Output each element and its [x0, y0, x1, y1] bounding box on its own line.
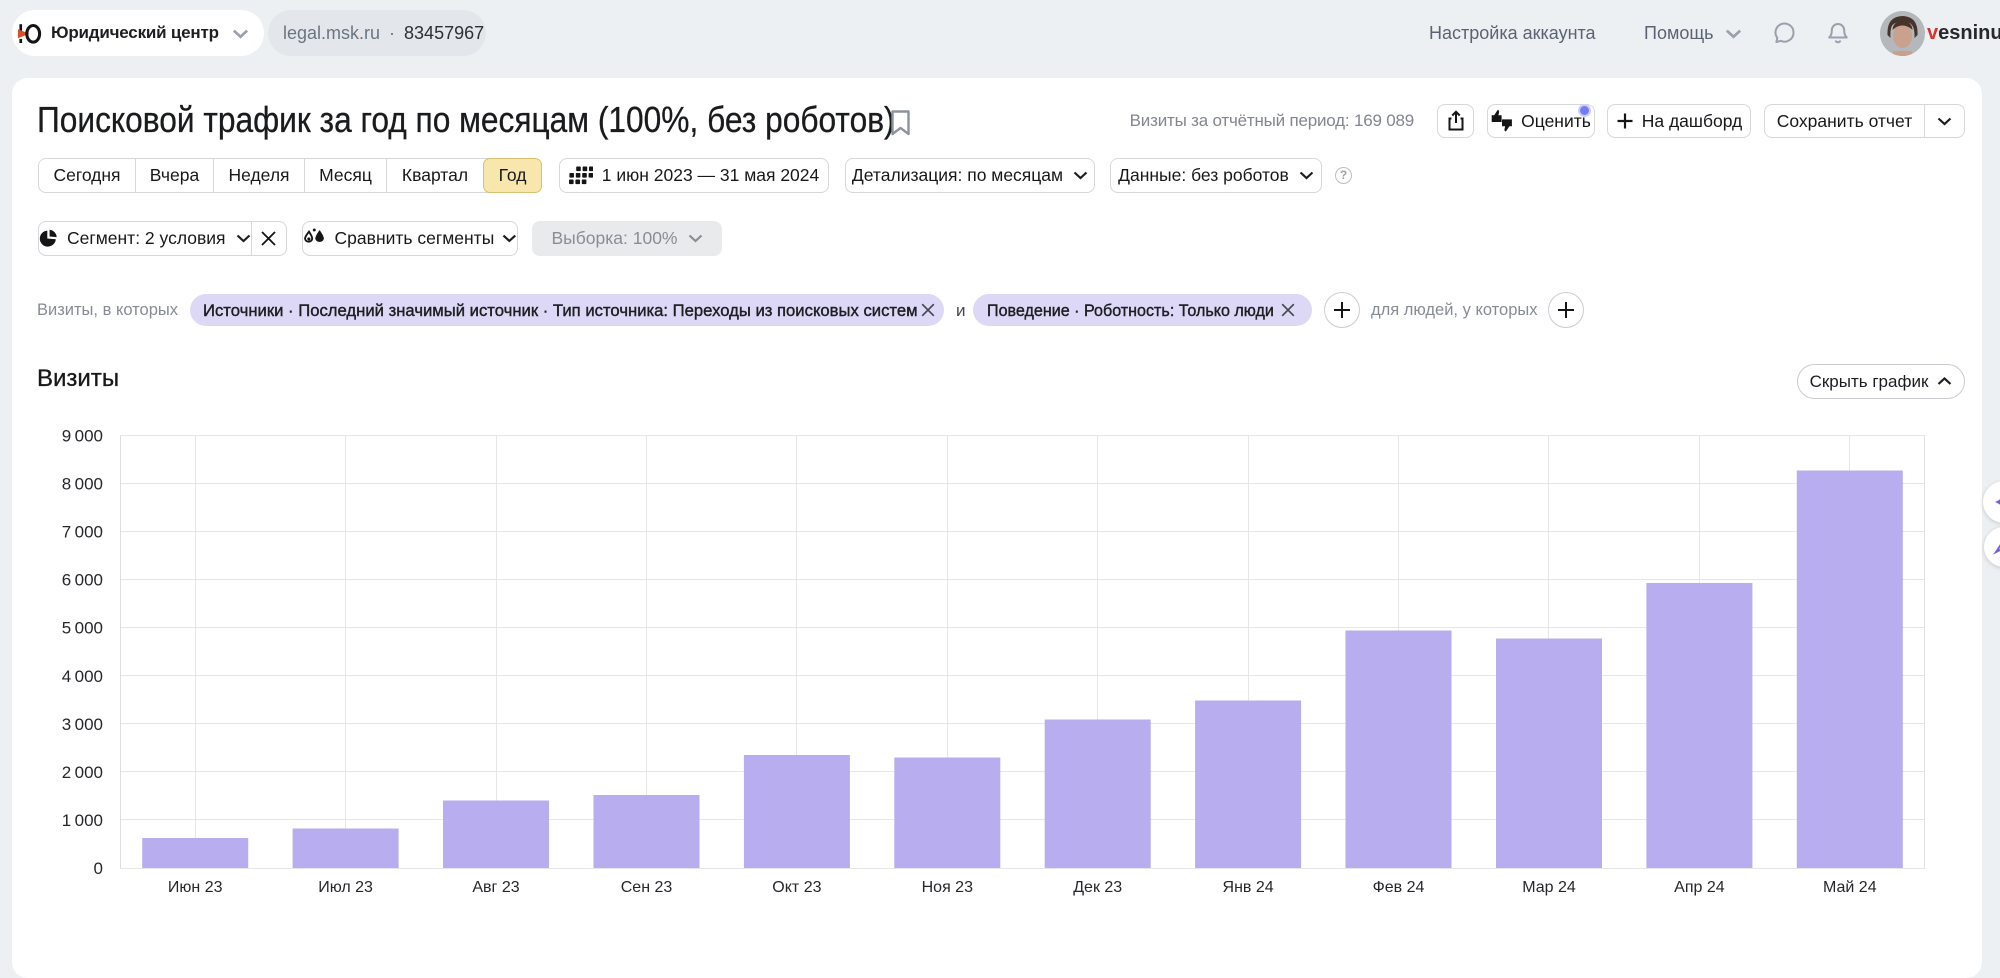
svg-text:2 000: 2 000: [62, 763, 103, 782]
svg-text:0: 0: [94, 859, 103, 878]
svg-text:Июл 23: Июл 23: [318, 879, 373, 896]
svg-text:6 000: 6 000: [62, 571, 103, 590]
svg-text:Апр 24: Апр 24: [1674, 879, 1725, 896]
svg-text:5 000: 5 000: [62, 619, 103, 638]
svg-text:1 000: 1 000: [62, 811, 103, 830]
svg-text:Мар 24: Мар 24: [1522, 879, 1576, 896]
svg-text:4 000: 4 000: [62, 667, 103, 686]
svg-text:Сен 23: Сен 23: [621, 879, 673, 896]
svg-text:Июн 23: Июн 23: [168, 879, 223, 896]
svg-text:Фев 24: Фев 24: [1373, 879, 1425, 896]
svg-text:8 000: 8 000: [62, 475, 103, 494]
svg-text:Ноя 23: Ноя 23: [922, 879, 973, 896]
svg-text:Окт 23: Окт 23: [772, 879, 821, 896]
svg-text:Май 24: Май 24: [1823, 879, 1877, 896]
svg-text:Авг 23: Авг 23: [472, 879, 519, 896]
svg-text:7 000: 7 000: [62, 523, 103, 542]
svg-text:Янв 24: Янв 24: [1223, 879, 1274, 896]
svg-text:Дек 23: Дек 23: [1073, 879, 1122, 896]
svg-text:3 000: 3 000: [62, 715, 103, 734]
svg-text:9 000: 9 000: [62, 427, 103, 446]
